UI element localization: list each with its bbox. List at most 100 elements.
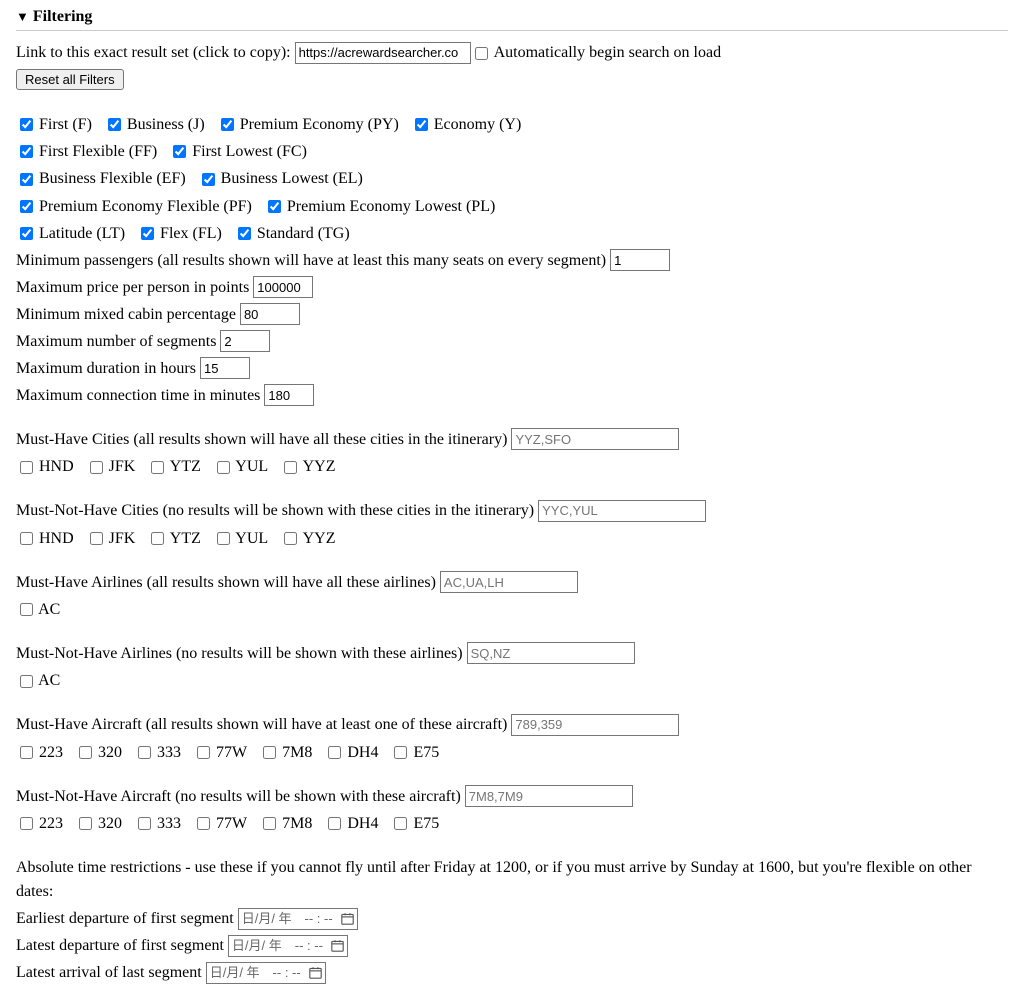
cabin-checkbox[interactable] [20, 173, 33, 186]
filter-option-checkbox[interactable] [20, 817, 33, 830]
cabin-option[interactable]: Premium Economy (PY) [217, 112, 407, 136]
filter-option[interactable]: HND [16, 455, 82, 479]
cabin-option[interactable]: Business (J) [104, 112, 213, 136]
cabin-option[interactable]: Business Lowest (EL) [198, 167, 371, 191]
must-not-have-cities-input[interactable] [538, 500, 706, 522]
max-conn-input[interactable] [264, 384, 314, 406]
must-not-have-airlines-input[interactable] [467, 642, 635, 664]
cabin-option[interactable]: Premium Economy Lowest (PL) [264, 194, 503, 218]
cabin-option[interactable]: Latitude (LT) [16, 222, 133, 246]
min-pax-input[interactable] [610, 249, 670, 271]
filter-option[interactable]: E75 [390, 740, 447, 764]
cabin-checkbox[interactable] [141, 227, 154, 240]
filter-option[interactable]: 7M8 [259, 740, 320, 764]
cabin-checkbox[interactable] [415, 118, 428, 131]
max-duration-input[interactable] [200, 357, 250, 379]
filter-option[interactable]: YTZ [147, 455, 209, 479]
filter-option-label: E75 [409, 744, 439, 761]
filter-option[interactable]: AC [16, 669, 68, 693]
filter-option[interactable]: YYZ [280, 455, 343, 479]
must-have-aircraft-input[interactable] [511, 714, 679, 736]
cabin-checkbox[interactable] [173, 145, 186, 158]
min-mixed-input[interactable] [240, 303, 300, 325]
filter-option-checkbox[interactable] [20, 461, 33, 474]
filter-option[interactable]: YTZ [147, 526, 209, 550]
filter-option-checkbox[interactable] [394, 817, 407, 830]
filter-option-checkbox[interactable] [20, 746, 33, 759]
filter-option-checkbox[interactable] [394, 746, 407, 759]
filter-option[interactable]: DH4 [324, 812, 386, 836]
must-have-cities-input[interactable] [511, 428, 679, 450]
filter-option-checkbox[interactable] [79, 746, 92, 759]
filter-option-checkbox[interactable] [197, 746, 210, 759]
filter-option-checkbox[interactable] [197, 817, 210, 830]
auto-search-checkbox[interactable] [475, 47, 488, 60]
filter-option-checkbox[interactable] [263, 746, 276, 759]
filter-option-checkbox[interactable] [20, 603, 33, 616]
filter-option[interactable]: JFK [86, 526, 144, 550]
cabin-option[interactable]: First Flexible (FF) [16, 140, 165, 164]
cabin-option[interactable]: First (F) [16, 112, 100, 136]
filter-option-checkbox[interactable] [151, 461, 164, 474]
filter-option[interactable]: JFK [86, 455, 144, 479]
filter-option[interactable]: YYZ [280, 526, 343, 550]
filter-option-checkbox[interactable] [217, 532, 230, 545]
reset-filters-button[interactable]: Reset all Filters [16, 69, 124, 90]
cabin-option[interactable]: Business Flexible (EF) [16, 167, 194, 191]
filter-option[interactable]: 320 [75, 812, 130, 836]
max-segments-label: Maximum number of segments [16, 333, 220, 350]
filter-option[interactable]: YUL [213, 455, 276, 479]
filter-option[interactable]: 320 [75, 740, 130, 764]
cabin-checkbox[interactable] [20, 145, 33, 158]
filter-option[interactable]: 77W [193, 740, 255, 764]
filter-option-checkbox[interactable] [263, 817, 276, 830]
filter-option-checkbox[interactable] [151, 532, 164, 545]
filter-option[interactable]: 333 [134, 740, 189, 764]
filter-option[interactable]: AC [16, 598, 68, 622]
cabin-checkbox[interactable] [202, 173, 215, 186]
cabin-checkbox[interactable] [108, 118, 121, 131]
cabin-option[interactable]: Standard (TG) [234, 222, 358, 246]
filter-option-checkbox[interactable] [20, 532, 33, 545]
link-url-input[interactable] [295, 42, 471, 64]
cabin-option[interactable]: Premium Economy Flexible (PF) [16, 194, 260, 218]
cabin-checkbox[interactable] [20, 200, 33, 213]
must-have-airlines-input[interactable] [440, 571, 578, 593]
filter-option[interactable]: HND [16, 526, 82, 550]
cabin-checkbox[interactable] [221, 118, 234, 131]
filter-option-checkbox[interactable] [328, 746, 341, 759]
filter-option[interactable]: 223 [16, 740, 71, 764]
latest-arr-input[interactable]: 日/月/ 年 -- : -- [206, 962, 326, 984]
filter-option[interactable]: 77W [193, 812, 255, 836]
filtering-header[interactable]: ▼ Filtering [16, 8, 1008, 26]
cabin-checkbox[interactable] [20, 227, 33, 240]
filter-option-checkbox[interactable] [284, 461, 297, 474]
filter-option-checkbox[interactable] [138, 817, 151, 830]
filter-option-checkbox[interactable] [90, 461, 103, 474]
must-not-have-aircraft-input[interactable] [465, 785, 633, 807]
max-segments-input[interactable] [220, 330, 270, 352]
filter-option-checkbox[interactable] [138, 746, 151, 759]
cabin-checkbox[interactable] [238, 227, 251, 240]
cabin-option[interactable]: First Lowest (FC) [169, 140, 315, 164]
cabin-option[interactable]: Flex (FL) [137, 222, 230, 246]
filter-option[interactable]: DH4 [324, 740, 386, 764]
cabin-checkbox[interactable] [268, 200, 281, 213]
filter-option-checkbox[interactable] [217, 461, 230, 474]
filter-option[interactable]: 223 [16, 812, 71, 836]
filter-option-checkbox[interactable] [90, 532, 103, 545]
cabin-checkbox[interactable] [20, 118, 33, 131]
filter-option-checkbox[interactable] [20, 675, 33, 688]
earliest-dep-input[interactable]: 日/月/ 年 -- : -- [238, 908, 358, 930]
filter-option-checkbox[interactable] [79, 817, 92, 830]
filter-option[interactable]: 333 [134, 812, 189, 836]
filter-option[interactable]: YUL [213, 526, 276, 550]
filter-option[interactable]: E75 [390, 812, 447, 836]
latest-dep-input[interactable]: 日/月/ 年 -- : -- [228, 935, 348, 957]
filter-option-checkbox[interactable] [284, 532, 297, 545]
auto-search-label: Automatically begin search on load [494, 44, 721, 61]
cabin-option[interactable]: Economy (Y) [411, 112, 530, 136]
filter-option-checkbox[interactable] [328, 817, 341, 830]
max-price-input[interactable] [253, 276, 313, 298]
filter-option[interactable]: 7M8 [259, 812, 320, 836]
